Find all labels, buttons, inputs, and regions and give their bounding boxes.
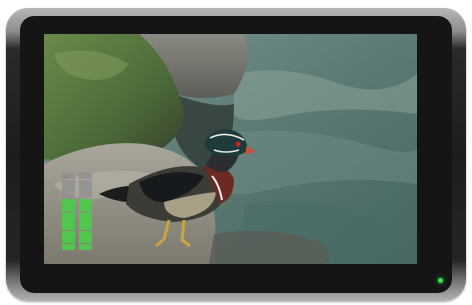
audio-meter-segment (79, 230, 92, 237)
power-led-icon (438, 278, 443, 283)
audio-meter-segment (62, 224, 75, 231)
audio-meter-segment (79, 186, 92, 192)
audio-meter-segment (79, 173, 92, 180)
audio-meter-segment (62, 218, 75, 224)
audio-meter-segment (79, 205, 92, 212)
audio-meter-segment (79, 179, 92, 186)
audio-meter-segment (62, 198, 75, 205)
audio-meter-segment (62, 173, 75, 180)
audio-meter-segment (79, 192, 92, 199)
audio-meter-segment (62, 211, 75, 218)
audio-meter-segment (62, 230, 75, 237)
audio-meter-segment (79, 243, 92, 250)
audio-level-meter (62, 173, 96, 250)
audio-meter-channel-left (62, 173, 75, 250)
audio-meter-segment (79, 218, 92, 224)
audio-meter-segment (62, 192, 75, 199)
audio-meter-segment (62, 205, 75, 212)
audio-meter-segment (62, 243, 75, 250)
audio-meter-segment (62, 179, 75, 186)
video-frame (44, 34, 417, 264)
audio-meter-segment (79, 211, 92, 218)
audio-meter-segment (79, 198, 92, 205)
audio-meter-channel-right (79, 173, 92, 250)
audio-meter-segment (79, 237, 92, 244)
audio-meter-segment (62, 237, 75, 244)
video-screen (44, 34, 417, 264)
audio-meter-segment (62, 186, 75, 192)
audio-meter-segment (79, 224, 92, 231)
